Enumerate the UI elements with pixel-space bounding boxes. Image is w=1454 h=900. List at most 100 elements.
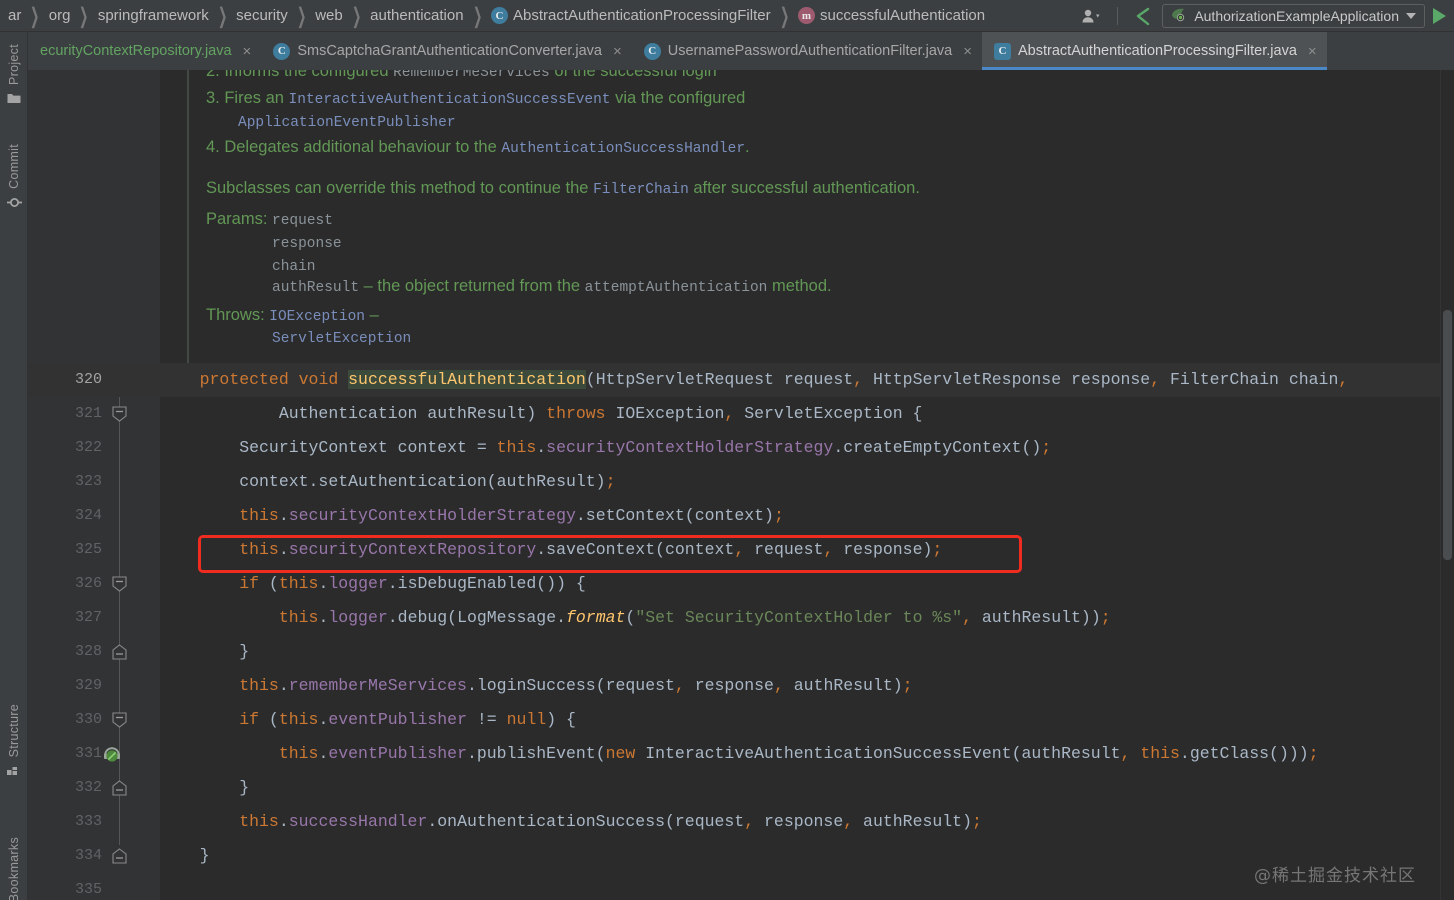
close-icon[interactable]: ×	[613, 44, 622, 59]
breadcrumb-item[interactable]: web	[313, 7, 345, 24]
line-number[interactable]: 334	[28, 839, 160, 873]
line-number[interactable]: 335	[28, 873, 160, 900]
code-token: ;	[1100, 608, 1111, 627]
code-content-area[interactable]: 2. Informs the configured RememberMeServ…	[160, 70, 1454, 900]
line-number[interactable]: 322	[28, 431, 160, 465]
close-icon[interactable]: ×	[1308, 44, 1317, 59]
line-number[interactable]: 324	[28, 499, 160, 533]
breadcrumb-item[interactable]: authentication	[368, 7, 465, 24]
code-line[interactable]: context.setAuthentication(authResult);	[160, 465, 615, 499]
code-fold-collapse-icon[interactable]	[112, 576, 127, 592]
line-number[interactable]: 325	[28, 533, 160, 567]
sidebar-item-structure[interactable]: Structure	[0, 704, 28, 781]
sidebar-item-project[interactable]: Project	[0, 44, 28, 109]
javadoc-line: Subclasses can override this method to c…	[206, 179, 920, 198]
code-line[interactable]: this.rememberMeServices.loginSuccess(req…	[160, 669, 913, 703]
line-number[interactable]: 323	[28, 465, 160, 499]
chevron-down-icon[interactable]	[1406, 12, 1416, 19]
line-number[interactable]: 329	[28, 669, 160, 703]
code-token: (	[259, 574, 279, 593]
code-fold-collapse-icon[interactable]	[112, 406, 127, 422]
code-line[interactable]: SecurityContext context = this.securityC…	[160, 431, 1051, 465]
javadoc-text: –	[364, 306, 379, 324]
run-configuration-selector[interactable]: AuthorizationExampleApplication	[1162, 3, 1425, 28]
code-line[interactable]: Authentication authResult) throws IOExce…	[160, 397, 923, 431]
line-number[interactable]: 332	[28, 771, 160, 805]
spring-event-listener-icon[interactable]	[102, 744, 122, 764]
line-number[interactable]: 321	[28, 397, 160, 431]
code-token: ,	[1120, 744, 1131, 763]
code-fold-collapse-icon[interactable]	[112, 712, 127, 728]
line-number[interactable]: 330	[28, 703, 160, 737]
code-token: .	[318, 710, 329, 729]
breadcrumb-separator: ❯	[79, 4, 89, 28]
line-number[interactable]: 326	[28, 567, 160, 601]
code-token: .publishEvent(	[466, 744, 606, 763]
breadcrumb-item[interactable]: m successfulAuthentication	[796, 7, 987, 24]
user-account-icon[interactable]	[1075, 3, 1109, 29]
editor-tab[interactable]: C AbstractAuthenticationProcessingFilter.…	[982, 32, 1327, 70]
run-play-icon[interactable]	[1433, 7, 1446, 24]
breadcrumb-item[interactable]: security	[234, 7, 290, 24]
code-line[interactable]: this.successHandler.onAuthenticationSucc…	[160, 805, 982, 839]
code-line[interactable]: }	[160, 839, 210, 873]
code-line[interactable]: }	[160, 771, 249, 805]
tool-window-label-commit: Commit	[7, 144, 21, 189]
code-fold-end-icon[interactable]	[112, 644, 127, 660]
code-line[interactable]: if (this.eventPublisher != null) {	[160, 703, 576, 737]
code-line[interactable]: this.securityContextHolderStrategy.setCo…	[160, 499, 784, 533]
code-line[interactable]: this.securityContextRepository.saveConte…	[160, 533, 942, 567]
line-number[interactable]: 331	[28, 737, 160, 771]
code-line[interactable]: protected void successfulAuthentication(…	[160, 363, 1348, 397]
ide-window: ar ❯ org ❯ springframework ❯ security ❯ web ❯ auth…	[0, 0, 1454, 900]
code-token: void	[298, 370, 339, 389]
editor-tab[interactable]: ecurityContextRepository.java ×	[28, 32, 261, 70]
javadoc-line: ServletException	[272, 328, 411, 347]
code-token: InteractiveAuthenticationSuccessEvent(au…	[635, 744, 1121, 763]
editor-scrollbar-thumb[interactable]	[1443, 310, 1452, 560]
code-fold-end-icon[interactable]	[112, 848, 127, 864]
javadoc-text: method.	[767, 277, 832, 295]
breadcrumb-item[interactable]: springframework	[96, 7, 211, 24]
code-line[interactable]: if (this.logger.isDebugEnabled()) {	[160, 567, 586, 601]
code-token: logger	[328, 574, 388, 593]
code-token: securityContextHolderStrategy	[546, 438, 834, 457]
breadcrumb-item[interactable]: C AbstractAuthenticationProcessingFilter	[489, 7, 773, 24]
javadoc-text: FilterChain	[593, 182, 689, 198]
sidebar-item-bookmarks[interactable]: Bookmarks	[0, 837, 28, 900]
close-icon[interactable]: ×	[243, 44, 252, 59]
javadoc-text: – the object returned from the	[359, 277, 585, 295]
close-icon[interactable]: ×	[963, 44, 972, 59]
code-line[interactable]: }	[160, 635, 249, 669]
breadcrumb-label: ar	[8, 7, 22, 24]
breadcrumb-separator: ❯	[779, 4, 789, 28]
line-number[interactable]: 327	[28, 601, 160, 635]
javadoc-line: 4. Delegates additional behaviour to the…	[206, 138, 750, 157]
line-number[interactable]: 333	[28, 805, 160, 839]
code-token: logger	[328, 608, 388, 627]
code-token: ;	[902, 676, 913, 695]
code-token: .isDebugEnabled()) {	[387, 574, 586, 593]
sidebar-item-commit[interactable]: Commit	[0, 144, 28, 215]
code-line[interactable]: this.logger.debug(LogMessage.format("Set…	[160, 601, 1111, 635]
code-line[interactable]: this.eventPublisher.publishEvent(new Int…	[160, 737, 1319, 771]
editor-tab[interactable]: C UsernamePasswordAuthenticationFilter.ja…	[632, 32, 982, 70]
breadcrumb-item[interactable]: org	[47, 7, 73, 24]
back-arrow-icon[interactable]	[1126, 3, 1160, 29]
line-number[interactable]: 320	[28, 363, 160, 397]
tool-window-label-bookmarks: Bookmarks	[7, 837, 21, 900]
code-editor[interactable]: 320 321 322 323 324 325 326 327 328 329 330 331 332 3…	[28, 70, 1454, 900]
code-token: .	[318, 608, 329, 627]
editor-gutter[interactable]: 320 321 322 323 324 325 326 327 328 329 330 331 332 3…	[28, 70, 160, 900]
editor-tab[interactable]: C SmsCaptchaGrantAuthenticationConverter.…	[261, 32, 631, 70]
code-token: .	[318, 574, 329, 593]
tool-window-label-structure: Structure	[7, 704, 21, 758]
spring-boot-icon	[1170, 6, 1187, 26]
code-fold-end-icon[interactable]	[112, 780, 127, 796]
editor-scrollbar-track[interactable]	[1440, 70, 1454, 900]
breadcrumb-item[interactable]: ar	[6, 7, 23, 24]
line-number[interactable]: 328	[28, 635, 160, 669]
method-badge-icon: m	[798, 7, 815, 24]
